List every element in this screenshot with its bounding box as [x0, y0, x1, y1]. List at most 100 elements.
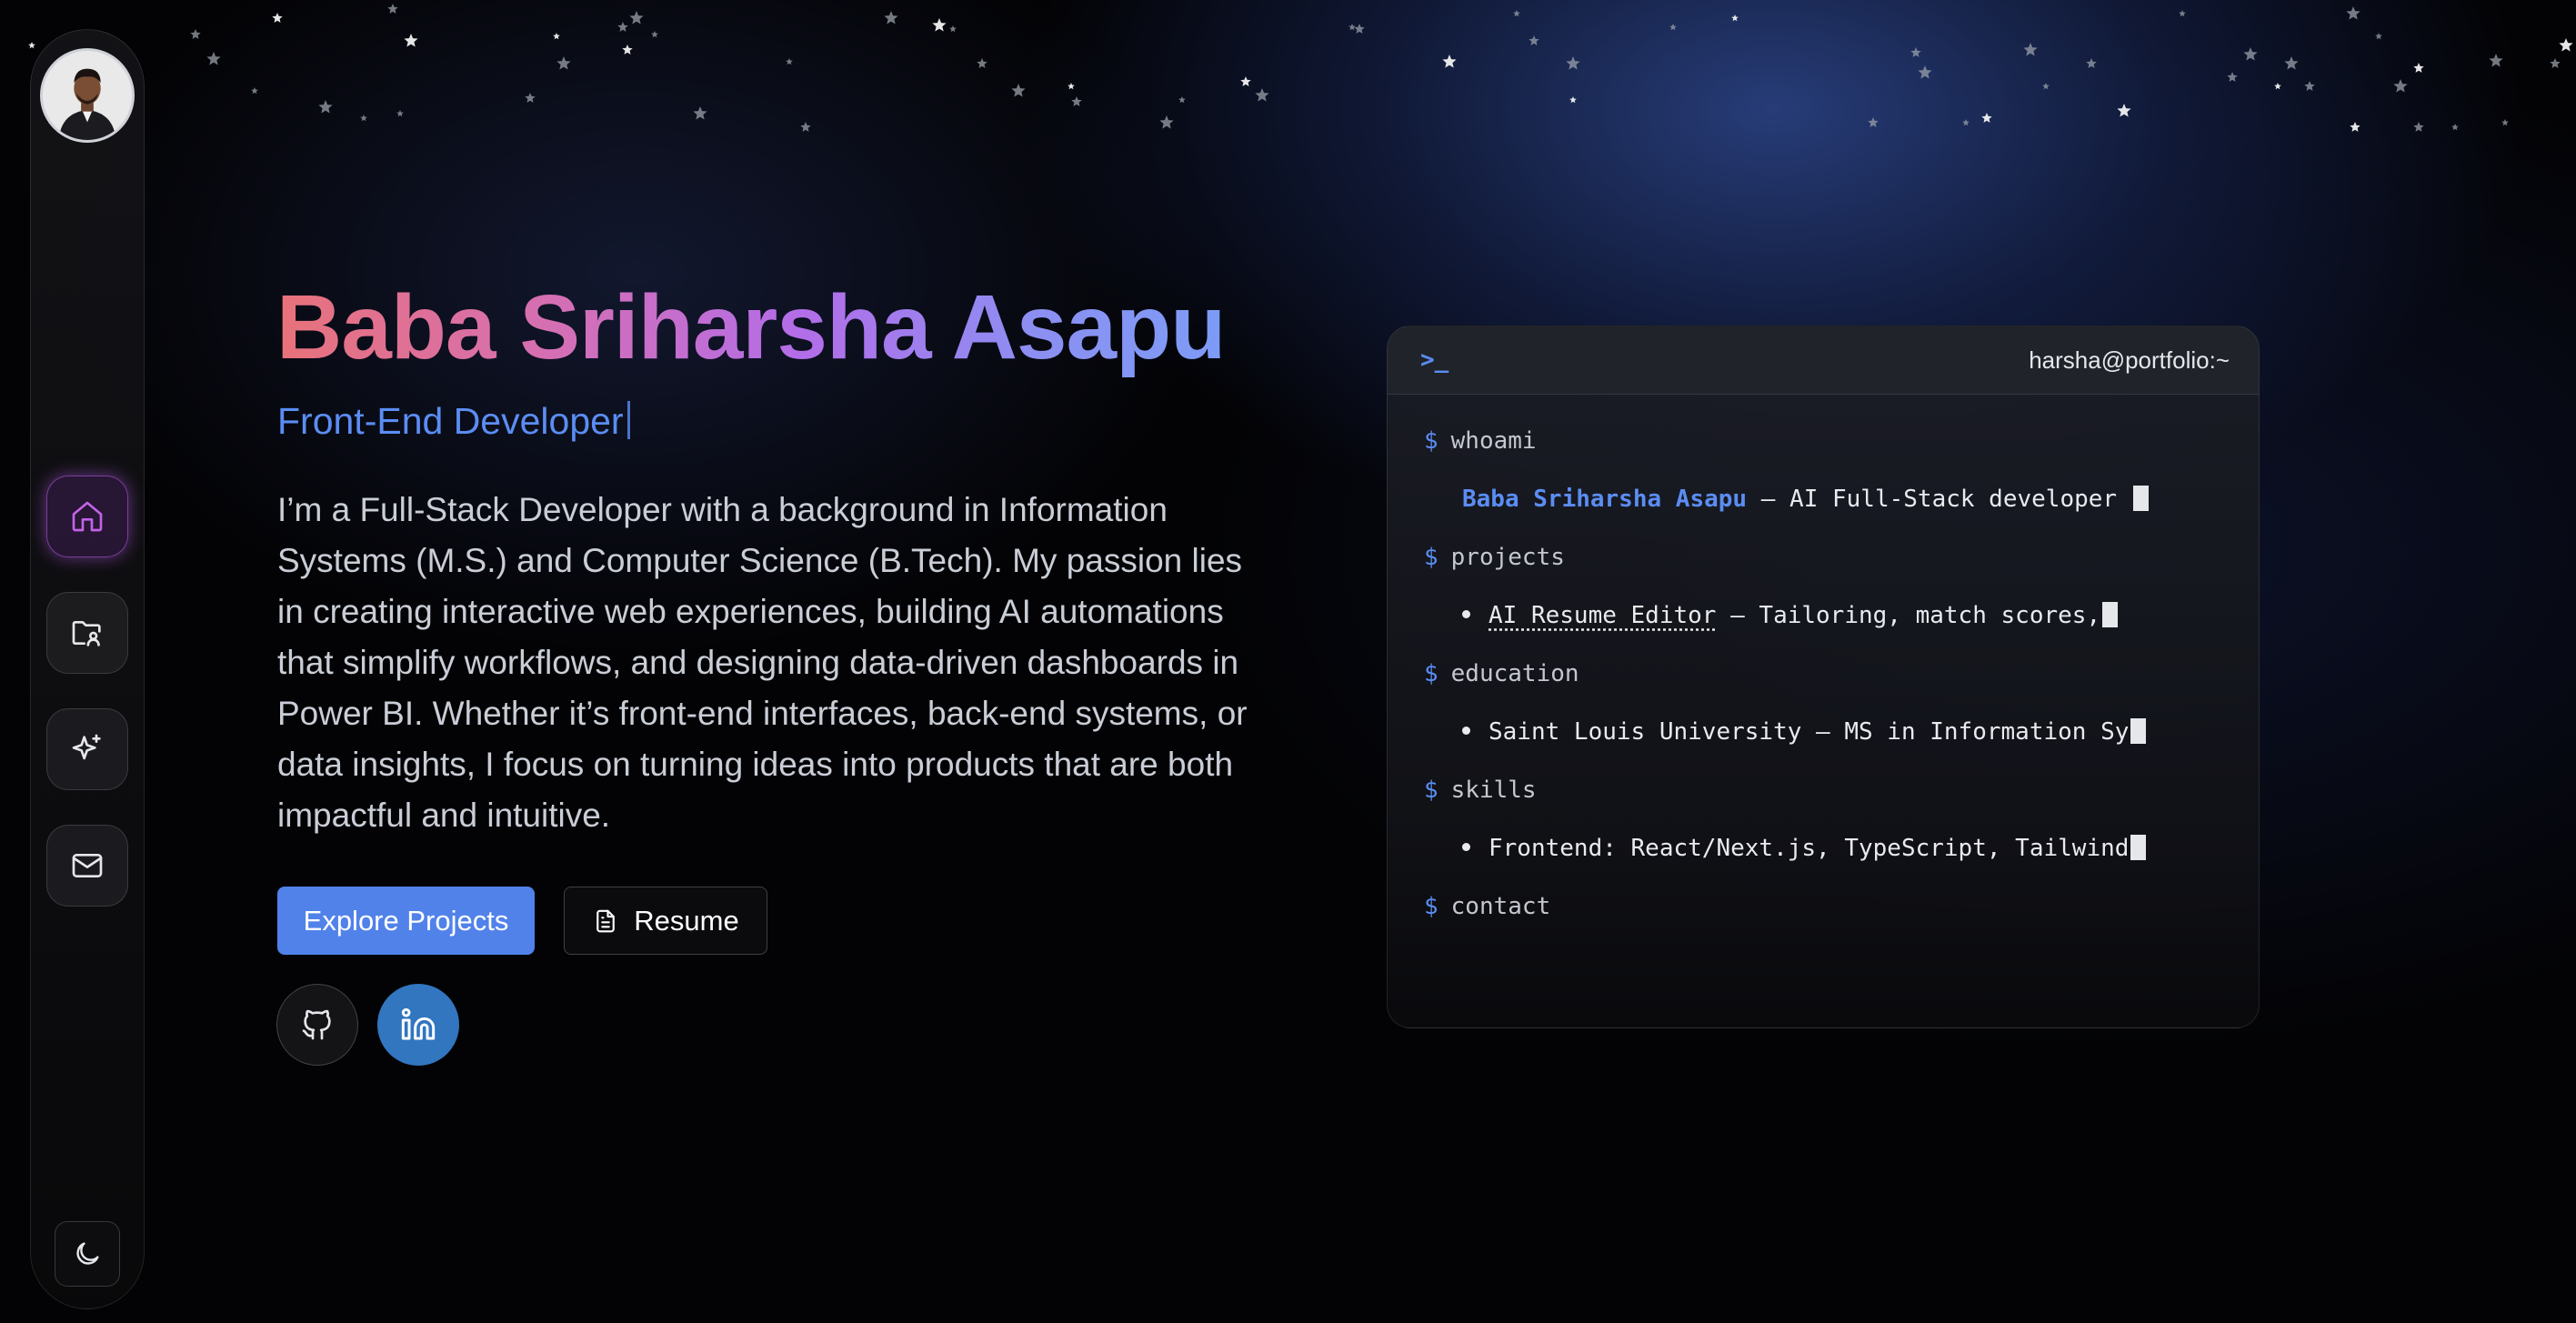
star	[2179, 10, 2186, 17]
folder-user-icon	[72, 621, 101, 646]
terminal-command: $ whoami	[1424, 427, 1537, 455]
star	[2350, 122, 2360, 132]
star	[1566, 56, 1580, 70]
prompt-symbol: $	[1424, 660, 1438, 687]
star	[1240, 76, 1251, 86]
star	[553, 33, 560, 40]
github-icon	[302, 1009, 331, 1040]
output-name: Baba Sriharsha Asapu	[1462, 486, 1748, 513]
prompt-symbol: $	[1424, 893, 1438, 920]
star	[1669, 24, 1677, 31]
star	[387, 4, 398, 14]
star	[2304, 81, 2315, 91]
star	[800, 122, 811, 132]
terminal-command: $ skills	[1424, 777, 1537, 804]
star	[2086, 58, 2097, 68]
prompt-symbol: $	[1424, 427, 1438, 455]
avatar[interactable]	[40, 48, 135, 143]
star	[1178, 96, 1186, 104]
bullet	[1462, 610, 1470, 618]
nav-projects-button[interactable]	[46, 592, 128, 674]
hero-role-text: Front-End Developer	[277, 400, 624, 442]
typing-caret	[626, 401, 630, 439]
terminal-window: >_ harsha@portfolio:~ $ whoami Baba Sriha…	[1387, 326, 2260, 1028]
terminal-command: $ education	[1424, 660, 1579, 687]
star	[1348, 24, 1356, 31]
star	[977, 58, 987, 68]
terminal-header: >_ harsha@portfolio:~	[1388, 326, 2259, 395]
moon-icon	[76, 1242, 99, 1265]
command-text: skills	[1450, 777, 1537, 804]
linkedin-link[interactable]	[377, 984, 459, 1066]
star	[932, 18, 947, 32]
starfield-background	[28, 4, 2573, 132]
star	[1981, 113, 1992, 123]
terminal-output: AI Resume Editor — Tailoring, match scor…	[1462, 602, 2119, 629]
star	[318, 100, 333, 114]
text-cursor	[2102, 602, 2119, 627]
star	[2451, 124, 2459, 131]
command-text: contact	[1450, 893, 1551, 920]
hero-name: Baba Sriharsha Asapu	[276, 276, 1226, 378]
star	[2489, 54, 2503, 67]
bullet	[1462, 843, 1470, 851]
star	[1354, 24, 1365, 34]
star	[1255, 88, 1269, 102]
sparkle-icon	[72, 734, 101, 760]
terminal-command: $ projects	[1424, 544, 1565, 571]
star	[693, 106, 707, 120]
project-link[interactable]: AI Resume Editor	[1488, 602, 1716, 629]
star	[617, 22, 628, 32]
text-cursor	[2130, 718, 2147, 744]
star	[2274, 83, 2281, 90]
star	[525, 93, 536, 103]
theme-toggle-button[interactable]	[55, 1221, 120, 1287]
sidebar	[30, 29, 145, 1309]
star	[1011, 84, 1026, 97]
star	[949, 25, 957, 33]
text-cursor	[2130, 835, 2147, 860]
star	[1071, 96, 1082, 106]
star	[622, 45, 633, 55]
star	[2243, 47, 2258, 61]
star	[2375, 33, 2382, 40]
star	[206, 52, 221, 65]
avatar-photo	[43, 51, 132, 140]
explore-projects-button[interactable]: Explore Projects	[277, 887, 535, 955]
star	[1513, 10, 1520, 17]
terminal-output: Saint Louis University — MS in Informati…	[1462, 718, 2147, 746]
star	[1962, 119, 1970, 126]
star	[2227, 72, 2238, 82]
star	[629, 11, 644, 25]
output-text: Saint Louis University — MS in Informati…	[1488, 718, 2130, 746]
resume-button-label: Resume	[634, 904, 739, 937]
prompt-symbol: $	[1424, 544, 1438, 571]
home-icon	[72, 501, 103, 532]
star	[2117, 104, 2131, 117]
github-link[interactable]	[276, 984, 358, 1066]
star	[1910, 47, 1921, 57]
terminal-icon: >_	[1420, 346, 1449, 374]
output-text: — Tailoring, match scores,	[1716, 602, 2101, 629]
star	[884, 11, 898, 25]
star	[1569, 96, 1577, 104]
star	[2501, 119, 2509, 126]
command-text: education	[1450, 660, 1579, 687]
star	[2393, 79, 2408, 93]
nav-home-button[interactable]	[46, 476, 128, 557]
star	[2413, 122, 2424, 132]
star	[251, 87, 258, 95]
star	[1868, 117, 1879, 127]
command-text: whoami	[1450, 427, 1537, 455]
star	[360, 115, 367, 122]
star	[556, 56, 571, 70]
star	[1067, 83, 1075, 90]
star	[1731, 15, 1739, 22]
star	[2023, 43, 2038, 56]
nav-skills-button[interactable]	[46, 708, 128, 790]
terminal-output: Baba Sriharsha Asapu — AI Full-Stack dev…	[1462, 486, 2149, 513]
terminal-command: $ contact	[1424, 893, 1550, 920]
resume-button[interactable]: Resume	[564, 887, 767, 955]
nav-contact-button[interactable]	[46, 825, 128, 907]
terminal-host: harsha@portfolio:~	[2029, 346, 2230, 374]
